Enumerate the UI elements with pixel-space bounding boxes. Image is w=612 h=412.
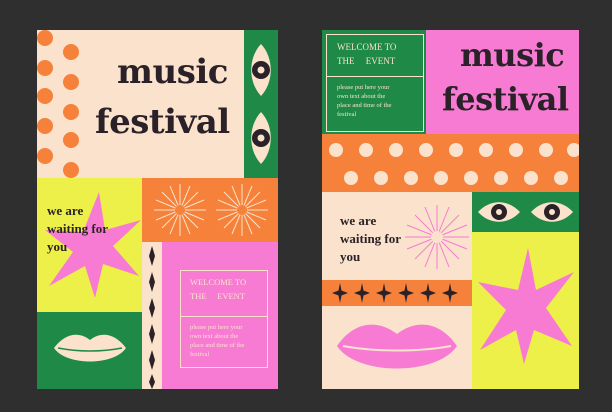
sunburst-icon (405, 205, 469, 269)
waiting-line-1: we are (340, 213, 377, 228)
info-line-3: place and time of the (337, 102, 392, 109)
starburst-icon (478, 248, 574, 364)
poster-title-festival: festival (442, 80, 569, 118)
waiting-panel: we are waiting for you (322, 192, 472, 280)
eye-icon (531, 202, 573, 222)
poster-title-music: music (117, 52, 228, 92)
welcome-line-2: THE EVENT (337, 56, 396, 66)
sunburst-icon (216, 184, 268, 236)
star-strip (142, 242, 162, 389)
title-panel: music festival (426, 30, 579, 134)
four-point-star-icon (149, 246, 155, 389)
lips-panel (322, 306, 472, 389)
polka-dot-pattern (329, 143, 579, 185)
welcome-line-1: WELCOME TO (337, 42, 397, 52)
info-line-4: festival (337, 111, 357, 118)
poster-left: music festival we are waiting for you WE… (37, 30, 278, 389)
welcome-divider (326, 76, 423, 77)
info-panel: WELCOME TO THE EVENT please put here you… (162, 242, 278, 389)
welcome-line-1: WELCOME TO (190, 277, 247, 287)
eyes-strip (244, 30, 278, 178)
welcome-line-2: THE EVENT (190, 291, 246, 301)
polka-dot-pattern (37, 30, 79, 178)
star-strip (322, 280, 472, 306)
info-divider (180, 316, 268, 317)
waiting-line-2: waiting for (340, 231, 402, 246)
info-line-2: own text about the (190, 333, 239, 340)
sunburst-strip (142, 178, 278, 242)
waiting-line-3: you (47, 239, 68, 254)
eye-icon (251, 44, 271, 96)
poster-title-festival: festival (95, 102, 230, 142)
info-line-4: festival (190, 351, 210, 358)
lips-panel (37, 312, 142, 389)
four-point-star-icon (332, 283, 458, 303)
title-panel: music festival (37, 30, 244, 178)
welcome-panel: WELCOME TO THE EVENT please put here you… (322, 30, 426, 134)
sunburst-icon (154, 184, 206, 236)
poster-right: WELCOME TO THE EVENT please put here you… (322, 30, 579, 389)
eye-icon (478, 202, 520, 222)
waiting-panel: we are waiting for you (37, 178, 142, 312)
waiting-line-2: waiting for (47, 221, 109, 236)
info-line-3: place and time of the (190, 342, 245, 349)
eye-icon (251, 112, 271, 164)
waiting-line-3: you (340, 249, 361, 264)
poster-title-music: music (460, 36, 565, 74)
waiting-line-1: we are (47, 203, 84, 218)
info-line-1: please put here your (190, 324, 243, 331)
lips-icon (54, 334, 126, 362)
polka-dot-band (322, 134, 579, 192)
eyes-panel (472, 192, 579, 232)
lips-icon (337, 324, 457, 369)
star-panel (472, 232, 579, 389)
info-line-1: please put here your (337, 84, 390, 91)
info-line-2: own text about the (337, 93, 386, 100)
